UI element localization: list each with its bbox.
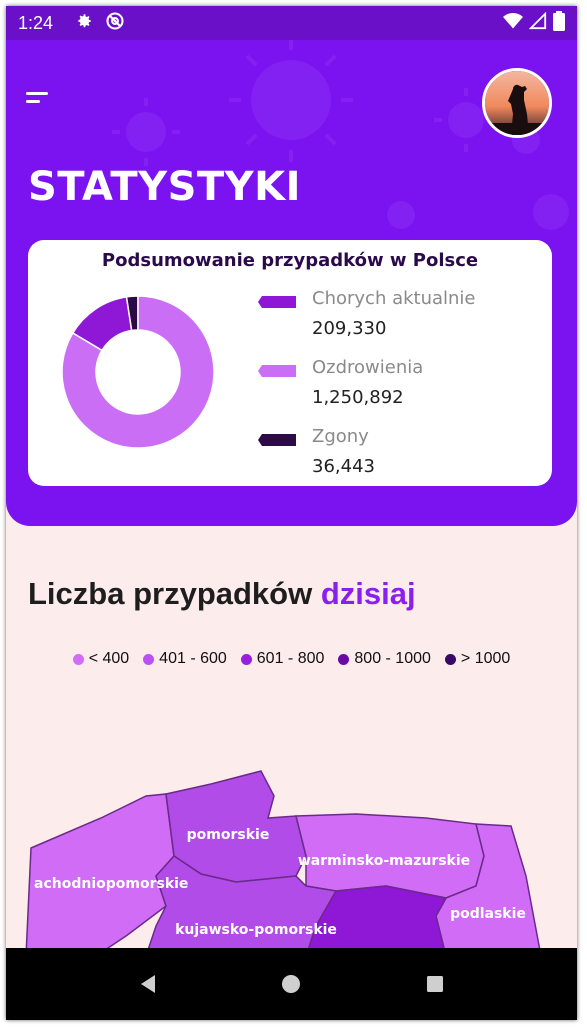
navigation-bar [6, 948, 577, 1020]
menu-button[interactable] [26, 92, 54, 112]
region-zachodniopomorskie[interactable] [25, 793, 175, 956]
gear-icon [75, 12, 93, 34]
back-button[interactable] [128, 964, 168, 1004]
donut-chart [61, 295, 215, 449]
back-icon [140, 975, 155, 993]
poland-map: pomorskie warminsko-mazurskie achodniopo… [25, 770, 542, 956]
home-button[interactable] [271, 964, 311, 1004]
status-time: 1:24 [18, 12, 54, 33]
app-frame: 1:24 STATYSTYKI Podsumowanie przypadków … [6, 6, 577, 1020]
region-label: warminsko-mazurskie [298, 853, 470, 869]
legend-swatch-active [258, 296, 296, 308]
range-item: < 400 [72, 650, 130, 668]
status-bar: 1:24 [6, 6, 577, 40]
range-legend: < 400 401 - 600 601 - 800 800 - 1000 > 1… [6, 650, 577, 668]
legend-value: 1,250,892 [312, 387, 404, 408]
profile-avatar[interactable] [482, 68, 552, 138]
section-title-accent: dzisiaj [320, 576, 416, 611]
legend-value: 209,330 [312, 318, 387, 339]
battery-icon [553, 11, 565, 35]
summary-title: Podsumowanie przypadków w Polsce [101, 250, 479, 271]
recents-icon [427, 976, 444, 992]
legend-value: 36,443 [312, 456, 375, 477]
region-label: podlaskie [450, 906, 526, 922]
range-label: < 400 [88, 650, 130, 667]
section-title: Liczba przypadków dzisiaj [28, 576, 416, 612]
legend-label: Chorych aktualnie [312, 288, 476, 309]
range-label: > 1000 [460, 650, 511, 667]
avatar-image [485, 71, 549, 135]
signal-icon [528, 11, 547, 34]
range-dot [72, 653, 84, 665]
range-label: 800 - 1000 [354, 650, 431, 667]
range-item: > 1000 [444, 650, 511, 668]
legend-swatch-recovered [258, 365, 296, 377]
range-dot [444, 653, 456, 665]
legend-swatch-deaths [258, 434, 296, 446]
range-dot [143, 653, 155, 665]
region-label: pomorskie [187, 827, 270, 843]
range-label: 401 - 600 [159, 650, 227, 667]
legend-label: Zgony [312, 426, 369, 447]
range-item: 601 - 800 [240, 650, 325, 668]
page-title: STATYSTYKI [28, 164, 302, 210]
home-icon [282, 975, 301, 993]
wifi-icon [503, 12, 523, 34]
range-label: 601 - 800 [256, 650, 325, 667]
region-label: achodniopomorskie [34, 876, 188, 892]
section-title-main: Liczba przypadków [28, 576, 313, 611]
range-dot [338, 653, 350, 665]
at-sign-icon [105, 11, 125, 35]
header: STATYSTYKI Podsumowanie przypadków w Pol… [6, 40, 577, 526]
region-label: kujawsko-pomorskie [175, 922, 337, 938]
menu-icon [26, 92, 48, 95]
summary-card: Podsumowanie przypadków w Polsce Chorych… [28, 240, 552, 486]
range-dot [240, 653, 252, 665]
legend-label: Ozdrowienia [312, 357, 424, 378]
range-item: 401 - 600 [143, 650, 227, 668]
range-item: 800 - 1000 [338, 650, 431, 668]
recents-button[interactable] [415, 964, 455, 1004]
